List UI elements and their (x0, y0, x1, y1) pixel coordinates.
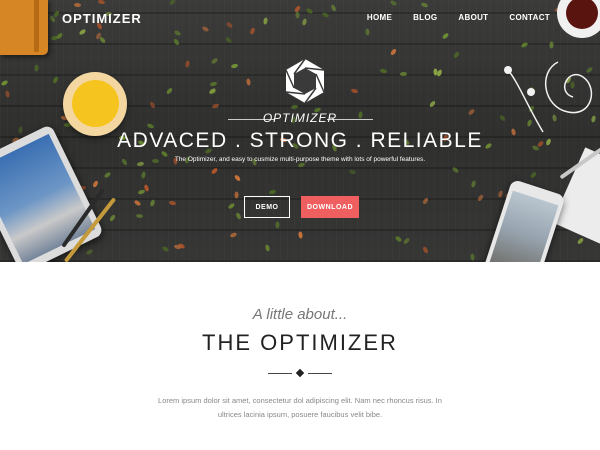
leaf-icon (168, 0, 177, 6)
leaf-icon (433, 68, 438, 76)
leaf-icon (173, 29, 182, 37)
leaf-icon (389, 48, 398, 56)
leaf-icon (290, 104, 299, 110)
leaf-icon (549, 41, 554, 49)
leaf-icon (85, 248, 94, 256)
leaf-icon (229, 231, 238, 239)
leaf-icon (264, 244, 271, 252)
leaf-icon (4, 90, 11, 98)
about-subtitle: A little about... (252, 306, 348, 323)
leaf-icon (201, 25, 210, 33)
about-text-line-2: ultrices lacinia ipsum, posuere faucibus… (217, 410, 383, 419)
leaf-icon (293, 5, 302, 13)
leaf-icon (224, 36, 233, 44)
leaf-icon (108, 213, 117, 223)
hero-section: OPTIMIZER HOME BLOG ABOUT CONTACT OPTIMI… (0, 0, 600, 262)
leaf-icon (225, 21, 234, 29)
nav-contact[interactable]: CONTACT (509, 13, 550, 22)
leaf-icon (165, 87, 174, 95)
leaf-icon (422, 245, 429, 255)
leaf-icon (301, 18, 308, 26)
leaf-icon (350, 88, 359, 94)
leaf-icon (227, 202, 236, 210)
download-button[interactable]: DOWNLOAD (301, 196, 359, 218)
leaf-icon (428, 100, 437, 108)
leaf-icon (235, 211, 242, 221)
leaf-icon (520, 41, 529, 49)
about-title: THE OPTIMIZER (202, 330, 398, 355)
leaf-icon (249, 26, 256, 36)
leaf-icon (402, 237, 411, 245)
leaf-icon (103, 171, 112, 179)
divider-line-right (308, 373, 332, 374)
leaf-icon (135, 213, 144, 219)
nav-about[interactable]: ABOUT (458, 13, 488, 22)
leaf-icon (298, 231, 303, 239)
leaf-icon (52, 75, 59, 85)
leaf-icon (133, 199, 142, 207)
leaf-icon (209, 81, 218, 87)
leaf-icon (211, 102, 220, 110)
leaf-icon (330, 3, 337, 13)
hexagon-logo-icon (285, 58, 325, 104)
leaf-icon (420, 1, 429, 9)
leaf-icon (210, 167, 219, 175)
leaf-icon (34, 64, 39, 72)
nav-blog[interactable]: BLOG (413, 13, 437, 22)
phone-image (480, 178, 566, 262)
leaf-icon (234, 191, 239, 199)
leaf-icon (305, 7, 314, 15)
logo-wordmark: OPTIMIZER (262, 111, 338, 125)
leaf-icon (275, 221, 280, 229)
demo-button[interactable]: DEMO (244, 196, 290, 218)
leaf-icon (262, 17, 269, 25)
leaf-icon (97, 0, 106, 5)
leaf-icon (184, 60, 191, 68)
leaf-icon (55, 32, 64, 40)
nav-home[interactable]: HOME (367, 13, 392, 22)
leaf-icon (172, 38, 181, 46)
leaf-icon (148, 100, 157, 110)
leaf-icon (470, 253, 475, 261)
leaf-icon (321, 11, 330, 19)
leaf-icon (233, 174, 242, 182)
leaf-icon (161, 245, 170, 253)
main-nav: HOME BLOG ABOUT CONTACT (367, 13, 550, 22)
leaf-icon (421, 196, 430, 206)
leaf-icon (529, 171, 538, 179)
leaf-icon (476, 193, 485, 203)
leaf-icon (230, 63, 239, 69)
leaf-icon (365, 28, 370, 36)
leaf-icon (246, 78, 251, 86)
hero-headline: ADVACED . STRONG . RELIABLE (117, 129, 483, 152)
leaf-icon (210, 57, 219, 65)
about-section: A little about... THE OPTIMIZER Lorem ip… (0, 262, 600, 450)
leaf-icon (394, 235, 403, 243)
leaf-icon (140, 171, 147, 179)
brand-logo[interactable]: OPTIMIZER (62, 11, 142, 26)
divider-line-left (268, 373, 292, 374)
leaf-icon (268, 189, 277, 195)
leaf-icon (576, 237, 585, 245)
leaf-icon (379, 68, 388, 74)
leaf-icon (168, 200, 177, 206)
leaf-icon (348, 169, 357, 175)
leaf-icon (452, 50, 461, 60)
about-text-line-1: Lorem ipsum dolor sit amet, consectetur … (158, 396, 442, 405)
leaf-icon (78, 28, 87, 36)
leaf-icon (149, 199, 156, 207)
leaf-icon (470, 180, 477, 188)
notebook-image (0, 0, 48, 55)
diamond-divider-icon (295, 368, 305, 378)
about-text: Lorem ipsum dolor sit amet, consectetur … (150, 394, 450, 422)
leaf-icon (497, 190, 504, 198)
leaf-icon (92, 179, 99, 189)
leaf-icon (441, 32, 450, 40)
hero-tagline: The Optimizer, and easy to cusmize multi… (174, 156, 426, 163)
leaf-icon (73, 2, 82, 8)
leaf-icon (451, 166, 460, 174)
leaf-icon (0, 79, 9, 87)
leaf-icon (399, 71, 408, 77)
leaf-icon (389, 0, 398, 7)
